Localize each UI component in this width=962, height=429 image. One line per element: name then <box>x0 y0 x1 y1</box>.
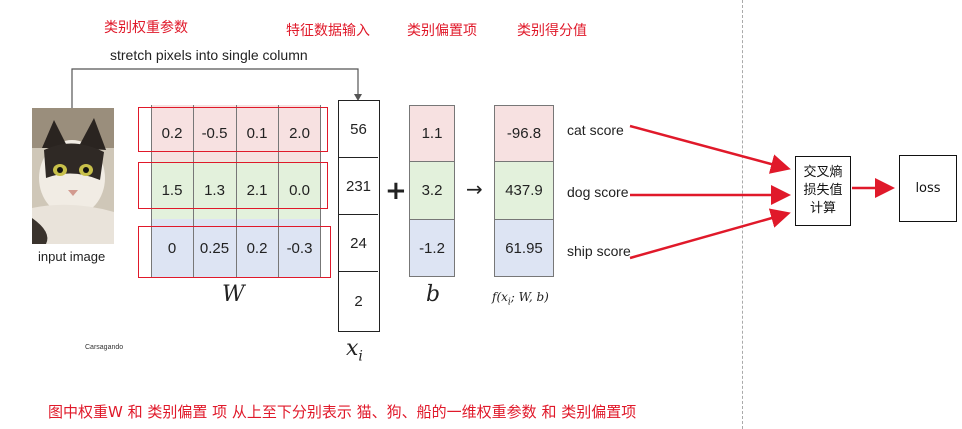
cross-entropy-box: 交叉熵 损失值 计算 <box>795 156 851 226</box>
loss-box: loss <box>899 155 957 222</box>
bottom-note: 图中权重W 和 类别偏置 项 从上至下分别表示 猫、狗、船的一维权重参数 和 类… <box>48 403 637 421</box>
